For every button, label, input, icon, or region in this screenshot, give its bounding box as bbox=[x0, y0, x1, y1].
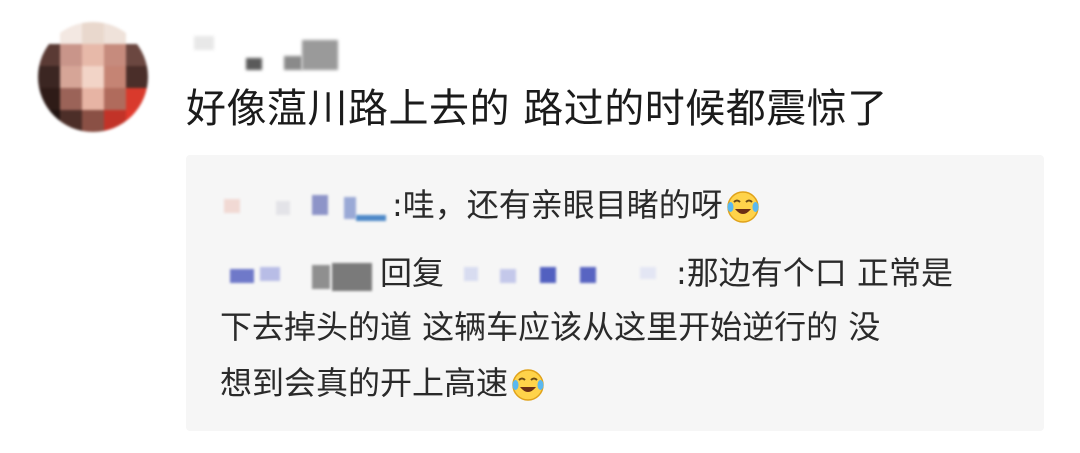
reply-text-line-2: 下去掉头的道 这辆车应该从这里开始逆行的 没 bbox=[220, 308, 881, 346]
reply-author-blurred[interactable] bbox=[220, 189, 392, 225]
laughing-crying-emoji-icon bbox=[512, 369, 544, 401]
reply-text-line-1: 那边有个口 正常是 bbox=[686, 254, 953, 292]
reply-separator: : bbox=[676, 254, 687, 292]
reply-item[interactable]: :哇，还有亲眼目睹的呀 bbox=[220, 183, 761, 227]
laughing-crying-emoji-icon bbox=[727, 191, 759, 223]
avatar[interactable] bbox=[38, 22, 148, 132]
reply-target-blurred[interactable] bbox=[444, 257, 676, 293]
reply-text-line-3: 想到会真的开上高速 bbox=[220, 364, 509, 402]
username-blurred[interactable] bbox=[186, 32, 356, 72]
reply-text: 哇，还有亲眼目睹的呀 bbox=[402, 186, 723, 224]
reply-author-blurred[interactable] bbox=[220, 257, 380, 293]
comment-text: 好像蕰川路上去的 路过的时候都震惊了 bbox=[186, 86, 888, 132]
reply-thread: :哇，还有亲眼目睹的呀 回复 :那边有个口 正常是 下去掉头的道 这辆车应该从这… bbox=[186, 155, 1044, 431]
reply-word: 回复 bbox=[380, 254, 445, 292]
reply-separator: : bbox=[392, 186, 403, 224]
